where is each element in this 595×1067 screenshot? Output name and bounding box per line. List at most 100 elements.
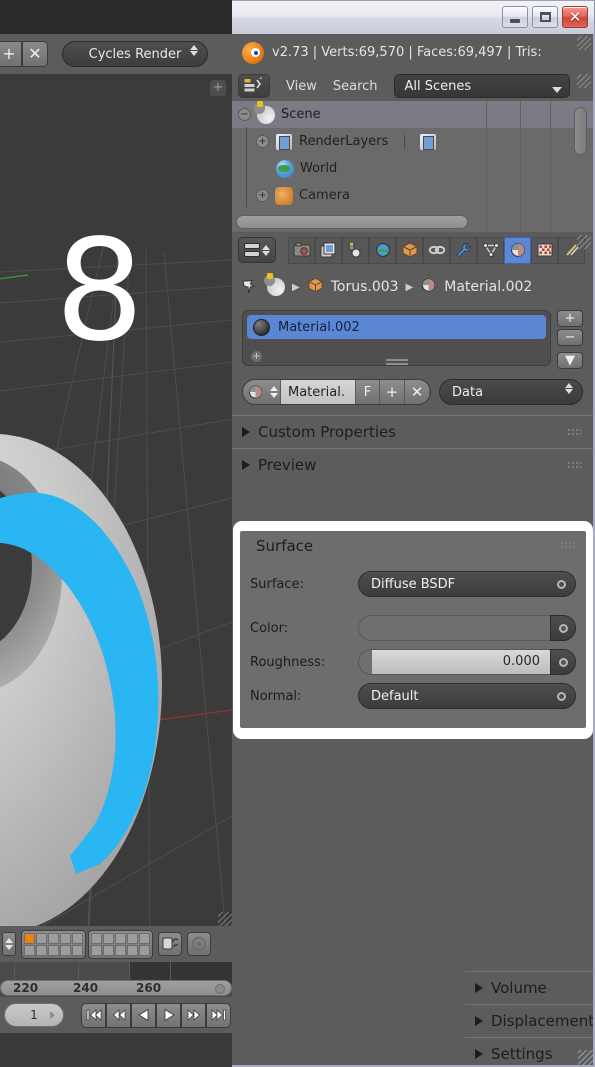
layer-cell[interactable] xyxy=(72,932,83,944)
timeline-track[interactable]: 220 240 260 xyxy=(0,962,232,997)
layer-cell[interactable] xyxy=(127,932,138,944)
mode-spinner-icon[interactable] xyxy=(2,932,16,956)
new-material-button[interactable]: + xyxy=(380,380,405,404)
expand-icon[interactable]: + xyxy=(256,135,269,148)
breadcrumb-material-name[interactable]: Material.002 xyxy=(444,279,532,295)
outliner-vertical-scrollbar[interactable] xyxy=(574,107,587,155)
window-resize-grip[interactable] xyxy=(578,1050,594,1066)
breadcrumb-object-name[interactable]: Torus.003 xyxy=(331,279,399,295)
material-specials-button[interactable]: ▼ xyxy=(557,352,583,369)
roughness-slider[interactable]: 0.000 xyxy=(358,649,550,675)
panel-header-displacement[interactable]: Displacement xyxy=(465,1004,595,1037)
outliner-resize-grip[interactable] xyxy=(577,74,591,88)
viewport-add-panel-button[interactable]: + xyxy=(210,80,226,96)
layer-cell[interactable] xyxy=(127,944,138,956)
jump-to-end-button[interactable] xyxy=(206,1002,231,1028)
properties-resize-grip[interactable] xyxy=(577,235,591,249)
pin-icon[interactable] xyxy=(238,273,265,301)
viewport-resize-grip[interactable] xyxy=(218,912,232,926)
layer-cell[interactable] xyxy=(60,932,71,944)
list-resize-grip[interactable] xyxy=(385,359,408,361)
surface-normal-dropdown[interactable]: Default xyxy=(358,683,576,709)
scene-icon[interactable] xyxy=(264,273,285,296)
material-name-field[interactable]: Material. xyxy=(280,380,356,404)
timeline-scrollbar[interactable]: 220 240 260 xyxy=(0,980,232,996)
render-preview-button[interactable] xyxy=(187,932,211,956)
3d-viewport[interactable]: 8 + xyxy=(0,74,232,926)
layer-block-secondary[interactable] xyxy=(88,929,153,959)
layer-block-primary[interactable] xyxy=(21,929,86,959)
browse-material-button[interactable] xyxy=(243,380,267,404)
header-resize-grip[interactable] xyxy=(577,36,591,50)
play-button[interactable] xyxy=(156,1002,181,1028)
fake-user-button[interactable]: F xyxy=(356,380,380,404)
layer-cell[interactable] xyxy=(139,944,150,956)
outliner-menu-search[interactable]: Search xyxy=(333,79,378,94)
layer-cell[interactable] xyxy=(48,944,59,956)
panel-grip-dots[interactable] xyxy=(560,541,574,550)
outliner-row-camera[interactable]: + Camera xyxy=(232,182,593,209)
tab-data[interactable] xyxy=(477,236,504,264)
material-slot-row[interactable]: Material.002 xyxy=(247,315,546,339)
next-keyframe-button[interactable] xyxy=(181,1002,206,1028)
outliner-scene-filter-dropdown[interactable]: All Scenes xyxy=(393,74,570,98)
tab-modifiers[interactable] xyxy=(450,236,477,264)
remove-scene-button[interactable]: ✕ xyxy=(22,41,48,67)
layer-cell[interactable] xyxy=(24,932,35,944)
layer-cell[interactable] xyxy=(115,932,126,944)
panel-header-volume[interactable]: Volume xyxy=(465,971,595,1004)
roughness-socket-button[interactable] xyxy=(550,649,576,675)
renderlayers-icon[interactable] xyxy=(418,132,437,151)
layer-cell[interactable] xyxy=(36,932,47,944)
close-button[interactable]: ✕ xyxy=(562,6,588,28)
browse-material-spinner[interactable] xyxy=(267,380,280,404)
node-socket-icon[interactable] xyxy=(557,692,566,701)
collapse-icon[interactable]: − xyxy=(238,108,251,121)
material-slot-list[interactable]: Material.002 + xyxy=(242,310,551,366)
current-frame-field[interactable]: 1 xyxy=(4,1003,64,1027)
panel-grip-dots[interactable] xyxy=(567,461,581,470)
material-slot-dropdown-button[interactable]: + xyxy=(250,350,263,363)
panel-header-surface[interactable]: Surface xyxy=(240,531,586,561)
editor-type-button[interactable] xyxy=(238,237,276,263)
outliner-row-scene[interactable]: − Scene xyxy=(232,100,593,128)
color-swatch[interactable] xyxy=(358,615,550,641)
outliner-horizontal-scrollbar[interactable] xyxy=(236,215,468,229)
expand-icon[interactable]: + xyxy=(256,189,269,202)
window-title-bar[interactable]: ✕ xyxy=(232,0,595,34)
remove-material-slot-button[interactable]: − xyxy=(557,329,583,346)
panel-header-custom-properties[interactable]: Custom Properties xyxy=(232,415,593,448)
layer-cell[interactable] xyxy=(115,944,126,956)
surface-shader-dropdown[interactable]: Diffuse BSDF xyxy=(358,571,576,597)
outliner-display-mode-button[interactable] xyxy=(238,74,270,98)
render-engine-dropdown[interactable]: Cycles Render xyxy=(62,41,208,67)
layer-cell[interactable] xyxy=(91,944,102,956)
layer-cell[interactable] xyxy=(60,944,71,956)
timeline-scroll-handle[interactable] xyxy=(215,984,225,994)
layer-cell[interactable] xyxy=(48,932,59,944)
maximize-button[interactable] xyxy=(532,6,558,28)
tab-constraints[interactable] xyxy=(423,236,450,264)
previous-keyframe-button[interactable] xyxy=(106,1002,131,1028)
layer-cell[interactable] xyxy=(24,944,35,956)
panel-header-preview[interactable]: Preview xyxy=(232,448,593,481)
tab-world[interactable] xyxy=(369,236,396,264)
play-reverse-button[interactable] xyxy=(131,1002,156,1028)
minimize-button[interactable] xyxy=(502,6,528,28)
tab-object[interactable] xyxy=(396,236,423,264)
outliner-tree[interactable]: − Scene + RenderLayers | World + Camera xyxy=(232,100,593,232)
tab-texture[interactable] xyxy=(531,236,558,264)
add-material-slot-button[interactable]: + xyxy=(557,310,583,327)
layer-cell[interactable] xyxy=(36,944,47,956)
layer-cell[interactable] xyxy=(103,932,114,944)
lock-to-scene-button[interactable] xyxy=(158,932,182,956)
layer-cell[interactable] xyxy=(72,944,83,956)
outliner-menu-view[interactable]: View xyxy=(286,79,317,94)
outliner-row-renderlayers[interactable]: + RenderLayers | xyxy=(232,128,593,155)
tab-scene[interactable] xyxy=(342,236,369,264)
panel-header-settings[interactable]: Settings xyxy=(465,1037,595,1067)
add-scene-button[interactable]: + xyxy=(0,41,22,67)
tab-render[interactable] xyxy=(288,236,315,264)
layer-cell[interactable] xyxy=(139,932,150,944)
layer-cell[interactable] xyxy=(91,932,102,944)
